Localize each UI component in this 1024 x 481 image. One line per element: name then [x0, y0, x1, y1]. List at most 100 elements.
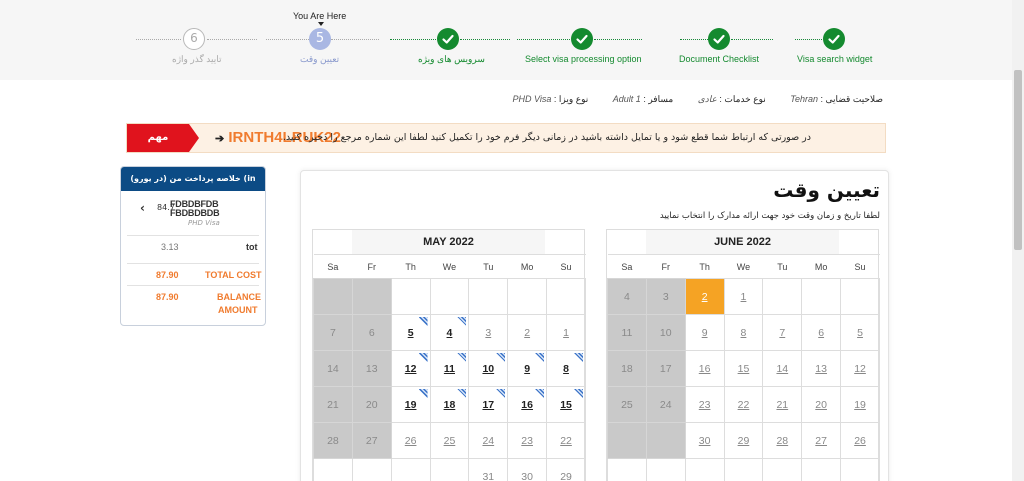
day-number-link[interactable]: 30 [699, 435, 711, 447]
calendar-day[interactable]: 18 [429, 386, 470, 423]
calendar-day[interactable]: 28 [762, 422, 803, 459]
scrollbar[interactable] [1012, 0, 1024, 481]
step-4-label[interactable]: سرویس های ویژه [418, 54, 485, 65]
calendar-day[interactable]: 7 [762, 314, 803, 351]
day-number-link[interactable]: 31 [482, 471, 494, 481]
calendar-day[interactable]: 2 [684, 278, 725, 315]
day-number-link[interactable]: 12 [854, 363, 866, 375]
calendar-day[interactable]: 15 [723, 350, 764, 387]
calendar-day[interactable]: 8 [723, 314, 764, 351]
day-number-link[interactable]: 1 [563, 327, 569, 339]
day-number-link[interactable]: 2 [524, 327, 530, 339]
calendar-day[interactable]: 19 [840, 386, 880, 423]
calendar-day[interactable]: 16 [684, 350, 725, 387]
step-2-label[interactable]: Document Checklist [679, 54, 759, 64]
step-3-label[interactable]: Select visa processing option [525, 54, 642, 64]
day-number-link[interactable]: 30 [521, 471, 533, 481]
calendar-day[interactable]: 23 [507, 422, 548, 459]
calendar-day[interactable]: 4 [429, 314, 470, 351]
calendar-day[interactable]: 26 [840, 422, 880, 459]
day-number-link[interactable]: 3 [485, 327, 491, 339]
calendar-day[interactable]: 1 [546, 314, 586, 351]
calendar-day[interactable]: 14 [762, 350, 803, 387]
day-number-link[interactable]: 20 [815, 399, 827, 411]
day-number-link[interactable]: 6 [818, 327, 824, 339]
calendar-day[interactable]: 16 [507, 386, 548, 423]
day-number-link[interactable]: 18 [444, 399, 456, 411]
day-number-link[interactable]: 12 [405, 363, 417, 375]
calendar-day[interactable]: 5 [390, 314, 431, 351]
step-2-circle[interactable] [708, 28, 730, 50]
day-number-link[interactable]: 8 [563, 363, 569, 375]
calendar-day[interactable]: 15 [546, 386, 586, 423]
day-number-link[interactable]: 8 [741, 327, 747, 339]
calendar-day[interactable]: 22 [723, 386, 764, 423]
day-number-link[interactable]: 13 [815, 363, 827, 375]
day-number-link[interactable]: 9 [702, 327, 708, 339]
calendar-day[interactable]: 3 [468, 314, 509, 351]
day-number-link[interactable]: 23 [699, 399, 711, 411]
calendar-day[interactable]: 25 [429, 422, 470, 459]
day-number-link[interactable]: 5 [408, 327, 414, 339]
calendar-day[interactable]: 29 [723, 422, 764, 459]
chevron-left-icon[interactable]: ‹ [140, 201, 145, 215]
calendar-day[interactable]: 2 [507, 314, 548, 351]
day-number-link[interactable]: 26 [854, 435, 866, 447]
calendar-day[interactable]: 19 [390, 386, 431, 423]
day-number-link[interactable]: 16 [521, 399, 533, 411]
day-number-link[interactable]: 25 [444, 435, 456, 447]
day-number-link[interactable]: 17 [482, 399, 494, 411]
step-3-circle[interactable] [571, 28, 593, 50]
calendar-day[interactable]: 11 [429, 350, 470, 387]
calendar-day[interactable]: 1 [723, 278, 764, 315]
calendar-day[interactable]: 12 [390, 350, 431, 387]
day-number-link[interactable]: 29 [738, 435, 750, 447]
calendar-day[interactable]: 27 [801, 422, 842, 459]
calendar-day[interactable]: 17 [468, 386, 509, 423]
day-number-link[interactable]: 4 [447, 327, 453, 339]
day-number-link[interactable]: 7 [779, 327, 785, 339]
day-number-link[interactable]: 11 [444, 363, 455, 375]
calendar-day[interactable]: 24 [468, 422, 509, 459]
day-number-link[interactable]: 28 [776, 435, 788, 447]
calendar-day[interactable]: 9 [684, 314, 725, 351]
calendar-day[interactable]: 29 [546, 458, 586, 481]
day-number-link[interactable]: 15 [738, 363, 750, 375]
calendar-day[interactable]: 13 [801, 350, 842, 387]
day-number-link[interactable]: 26 [405, 435, 417, 447]
calendar-day[interactable]: 22 [546, 422, 586, 459]
day-number-link[interactable]: 9 [524, 363, 530, 375]
day-number-link[interactable]: 5 [857, 327, 863, 339]
day-number-link[interactable]: 23 [521, 435, 533, 447]
calendar-day[interactable]: 9 [507, 350, 548, 387]
day-number-link[interactable]: 29 [560, 471, 572, 481]
day-number-link[interactable]: 21 [776, 399, 788, 411]
calendar-day[interactable]: 20 [801, 386, 842, 423]
day-number-link[interactable]: 10 [482, 363, 494, 375]
day-number-link[interactable]: 22 [560, 435, 572, 447]
step-4-circle[interactable] [437, 28, 459, 50]
calendar-day[interactable]: 12 [840, 350, 880, 387]
day-number-link[interactable]: 24 [482, 435, 494, 447]
calendar-day[interactable]: 26 [390, 422, 431, 459]
step-1-circle[interactable] [823, 28, 845, 50]
calendar-day[interactable]: 5 [840, 314, 880, 351]
scrollbar-thumb[interactable] [1014, 70, 1022, 250]
calendar-day[interactable]: 31 [468, 458, 509, 481]
calendar-day[interactable]: 10 [468, 350, 509, 387]
day-number-link[interactable]: 19 [854, 399, 866, 411]
day-number-link[interactable]: 22 [738, 399, 750, 411]
day-number-link[interactable]: 15 [560, 399, 572, 411]
calendar-day[interactable]: 23 [684, 386, 725, 423]
calendar-day[interactable]: 6 [801, 314, 842, 351]
calendar-day[interactable]: 30 [684, 422, 725, 459]
day-number-link[interactable]: 19 [405, 399, 417, 411]
step-1-label[interactable]: Visa search widget [797, 54, 872, 64]
calendar-day[interactable]: 30 [507, 458, 548, 481]
day-number-link[interactable]: 27 [815, 435, 827, 447]
day-number-link[interactable]: 14 [776, 363, 788, 375]
day-number-link[interactable]: 2 [702, 291, 708, 303]
day-number-link[interactable]: 1 [741, 291, 747, 303]
day-number-link[interactable]: 16 [699, 363, 711, 375]
calendar-day[interactable]: 21 [762, 386, 803, 423]
